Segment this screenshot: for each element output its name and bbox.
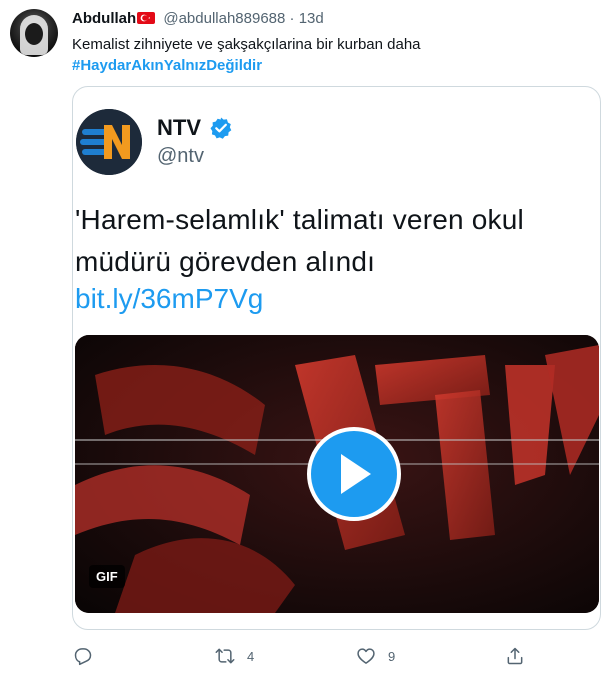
tweet-header: Abdullah @abdullah889688 · 13d bbox=[72, 10, 324, 27]
verified-badge-icon bbox=[209, 116, 233, 140]
tweet-actions-bar: 4 9 bbox=[0, 644, 614, 670]
gif-badge: GIF bbox=[89, 565, 125, 588]
like-button[interactable]: 9 bbox=[356, 644, 395, 668]
retweet-icon bbox=[215, 648, 235, 664]
gif-media[interactable]: GIF bbox=[75, 335, 599, 613]
share-icon bbox=[507, 647, 523, 665]
retweet-button[interactable]: 4 bbox=[215, 644, 254, 668]
hashtag-link[interactable]: #HaydarAkınYalnızDeğildir bbox=[72, 57, 262, 74]
quoted-tweet-link[interactable]: bit.ly/36mP7Vg bbox=[75, 283, 263, 315]
avatar[interactable] bbox=[10, 9, 58, 57]
display-name[interactable]: Abdullah bbox=[72, 10, 136, 27]
tweet-text: Kemalist zihniyete ve şakşakçılarina bir… bbox=[72, 36, 421, 53]
turkey-flag-icon bbox=[137, 12, 156, 24]
quoted-tweet-card[interactable]: NTV @ntv 'Harem-selamlık' talimatı veren… bbox=[72, 86, 601, 630]
avatar-face-shape bbox=[25, 23, 43, 45]
separator-dot: · bbox=[289, 10, 295, 27]
share-button[interactable] bbox=[505, 644, 525, 668]
quoted-author-name[interactable]: NTV bbox=[157, 115, 201, 141]
play-button[interactable] bbox=[307, 427, 401, 521]
user-handle[interactable]: @abdullah889688 bbox=[163, 10, 285, 27]
play-icon bbox=[341, 454, 371, 494]
heart-icon bbox=[357, 648, 375, 664]
reply-button[interactable] bbox=[73, 644, 93, 668]
tweet-timestamp[interactable]: 13d bbox=[299, 10, 324, 27]
quoted-author-handle[interactable]: @ntv bbox=[157, 145, 204, 168]
quoted-tweet-text: 'Harem-selamlık' talimatı veren okul müd… bbox=[75, 204, 524, 277]
like-count: 9 bbox=[388, 648, 396, 664]
ntv-logo-icon[interactable] bbox=[76, 109, 142, 175]
retweet-count: 4 bbox=[247, 648, 255, 664]
reply-icon bbox=[74, 648, 92, 666]
